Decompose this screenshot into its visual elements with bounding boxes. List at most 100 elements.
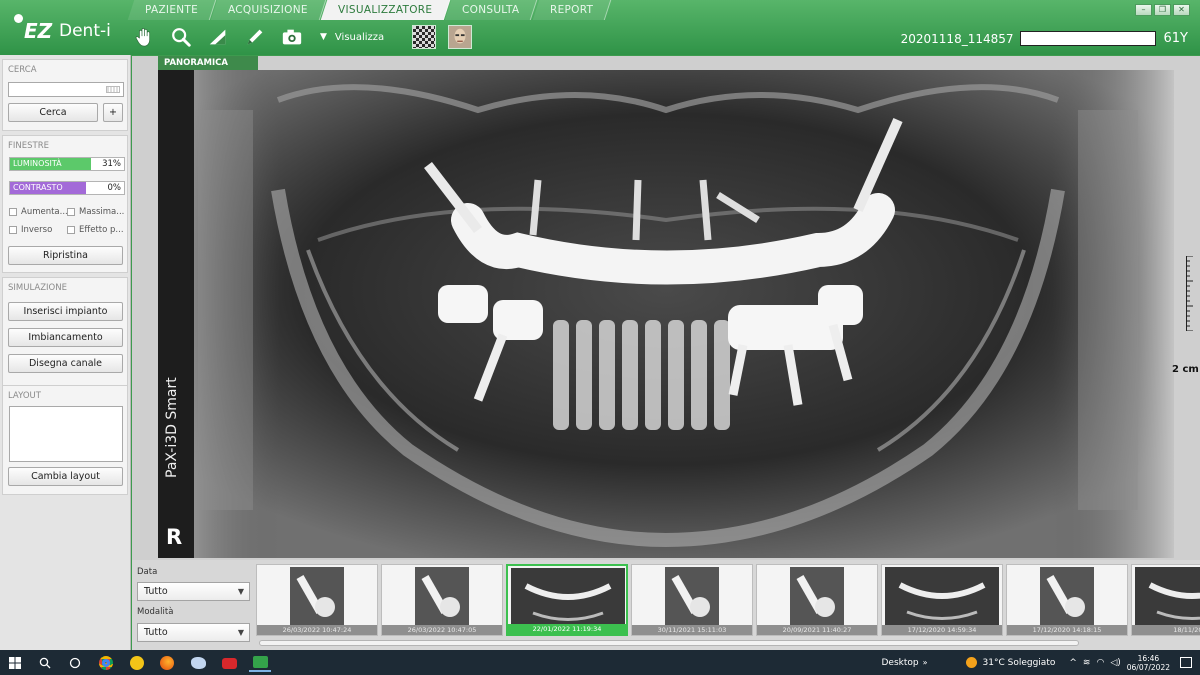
thumbnail-image xyxy=(1040,567,1094,625)
xray-image xyxy=(158,70,1174,558)
simulation-title: SIMULAZIONE xyxy=(8,283,67,293)
windows-section: FINESTRE LUMINOSITÀ 31% CONTRASTO 0% Aum… xyxy=(2,135,128,273)
thumbnail-caption: 18/11/2020 xyxy=(1132,625,1200,635)
checkbox-effetto[interactable]: Effetto p... xyxy=(67,225,124,235)
thumbnail-item[interactable]: 22/01/2022 11:19:34 xyxy=(506,564,628,636)
task-view-icon[interactable] xyxy=(66,654,84,672)
checkbox-aumenta[interactable]: Aumenta... xyxy=(9,207,68,217)
minimize-button[interactable]: – xyxy=(1135,4,1152,16)
draw-canal-button[interactable]: Disegna canale xyxy=(8,354,123,373)
app-icon-yellow[interactable] xyxy=(128,654,146,672)
change-layout-button[interactable]: Cambia layout xyxy=(8,467,123,486)
pencil-icon[interactable] xyxy=(242,24,268,50)
brightness-label: LUMINOSITÀ xyxy=(13,159,62,168)
volume-icon[interactable]: ◁) xyxy=(1110,658,1120,668)
chevron-down-icon: ▼ xyxy=(237,587,244,596)
scale-label: 2 cm xyxy=(1172,364,1199,375)
start-icon[interactable] xyxy=(6,654,24,672)
thumbnail-item[interactable]: 30/11/2021 15:11:03 xyxy=(631,564,753,636)
wifi-icon[interactable]: ◠ xyxy=(1096,658,1104,668)
view-dropdown[interactable]: ▼ Visualizza xyxy=(320,32,384,43)
thumbnail-image xyxy=(790,567,844,625)
image-viewer: PANORAMICA PaX-i3D Smart R 2 cm xyxy=(131,55,1200,560)
panoramic-xray[interactable]: PaX-i3D Smart R xyxy=(158,70,1174,558)
windows-taskbar: Desktop » 31°C Soleggiato ^ ≋ ◠ ◁) 16:46… xyxy=(0,650,1200,675)
keyboard-icon xyxy=(106,86,120,93)
thumbnail-caption: 26/03/2022 10:47:24 xyxy=(257,625,377,635)
thumbnail-image xyxy=(511,568,625,626)
contrast-label: CONTRASTO xyxy=(13,183,63,192)
thumbnail-caption: 22/01/2022 11:19:34 xyxy=(508,624,626,634)
toolbar-expand-icon[interactable]: » xyxy=(923,658,928,667)
app-logo: EZ Dent-i xyxy=(8,14,123,48)
modality-filter-select[interactable]: Tutto ▼ xyxy=(137,623,250,642)
close-button[interactable]: ✕ xyxy=(1173,4,1190,16)
search-icon[interactable] xyxy=(36,654,54,672)
brightness-slider[interactable]: LUMINOSITÀ 31% xyxy=(9,157,125,171)
paint-icon[interactable] xyxy=(189,654,207,672)
magnifier-icon[interactable] xyxy=(168,24,194,50)
tab-acquisizione[interactable]: ACQUISIZIONE xyxy=(210,0,327,20)
chevron-up-icon[interactable]: ^ xyxy=(1069,658,1077,668)
thumbnail-item[interactable]: 17/12/2020 14:18:15 xyxy=(1006,564,1128,636)
camera-icon[interactable] xyxy=(279,24,305,50)
brightness-value: 31% xyxy=(102,159,121,169)
thumbnail-caption: 17/12/2020 14:18:15 xyxy=(1007,625,1127,635)
layout-title: LAYOUT xyxy=(8,391,41,401)
search-section: CERCA Cerca + xyxy=(2,59,128,131)
tab-paziente[interactable]: PAZIENTE xyxy=(127,0,217,20)
network-icon[interactable]: ≋ xyxy=(1083,658,1091,668)
thumbnail-scrollbar[interactable] xyxy=(259,640,1079,646)
camera-app-icon[interactable] xyxy=(220,654,238,672)
thumbnail-item[interactable]: 18/11/2020 xyxy=(1131,564,1200,636)
side-marker: R xyxy=(166,525,183,549)
hand-icon[interactable] xyxy=(131,24,157,50)
layout-section: LAYOUT Cambia layout xyxy=(2,385,128,495)
restore-button[interactable]: ❐ xyxy=(1154,4,1171,16)
whitening-button[interactable]: Imbiancamento xyxy=(8,328,123,347)
tab-report[interactable]: REPORT xyxy=(532,0,612,20)
tab-visualizzatore[interactable]: VISUALIZZATORE xyxy=(320,0,451,20)
thumbnail-item[interactable]: 17/12/2020 14:59:34 xyxy=(881,564,1003,636)
view-label: Visualizza xyxy=(334,31,385,43)
search-title: CERCA xyxy=(8,65,37,75)
notifications-icon[interactable] xyxy=(1180,657,1192,668)
caret-down-icon: ▼ xyxy=(320,32,327,42)
face-view-icon[interactable] xyxy=(448,25,473,49)
insert-implant-button[interactable]: Inserisci impianto xyxy=(8,302,123,321)
checkbox-inverso[interactable]: Inverso xyxy=(9,225,52,235)
search-button[interactable]: Cerca xyxy=(8,103,98,122)
thumbnail-image xyxy=(1135,567,1200,625)
redacted-name xyxy=(1019,31,1156,46)
ruler-angle-icon[interactable] xyxy=(205,24,231,50)
firefox-icon[interactable] xyxy=(158,654,176,672)
add-search-button[interactable]: + xyxy=(103,103,123,122)
thumbnail-caption: 20/09/2021 11:40:27 xyxy=(757,625,877,635)
thumbnail-item[interactable]: 26/03/2022 10:47:05 xyxy=(381,564,503,636)
chevron-down-icon: ▼ xyxy=(237,628,244,637)
date-filter-select[interactable]: Tutto ▼ xyxy=(137,582,250,601)
search-input[interactable] xyxy=(8,82,124,97)
contrast-slider[interactable]: CONTRASTO 0% xyxy=(9,181,125,195)
image-type-label: PANORAMICA xyxy=(158,56,258,70)
chrome-icon[interactable] xyxy=(97,654,115,672)
thumbnail-caption: 26/03/2022 10:47:05 xyxy=(382,625,502,635)
thumbnail-caption: 30/11/2021 15:11:03 xyxy=(632,625,752,635)
ezdent-taskbar-icon[interactable] xyxy=(249,654,271,672)
weather-text[interactable]: 31°C Soleggiato xyxy=(983,658,1056,668)
reset-button[interactable]: Ripristina xyxy=(8,246,123,265)
patient-id: 20201118_114857 xyxy=(900,31,1014,46)
thumbnail-item[interactable]: 20/09/2021 11:40:27 xyxy=(756,564,878,636)
layout-preview[interactable] xyxy=(9,406,123,462)
xray-info-bar: PaX-i3D Smart R xyxy=(158,70,194,558)
tab-consulta[interactable]: CONSULTA xyxy=(444,0,538,20)
checkbox-massima[interactable]: Massima... xyxy=(67,207,124,217)
grid-view-icon[interactable] xyxy=(412,25,437,49)
desktop-toolbar[interactable]: Desktop xyxy=(882,658,919,668)
thumbnail-strip: Data Tutto ▼ Modalità Tutto ▼ 26/03/2022… xyxy=(131,560,1200,650)
thumbnail-image xyxy=(665,567,719,625)
thumbnail-item[interactable]: 26/03/2022 10:47:24 xyxy=(256,564,378,636)
clock[interactable]: 16:46 06/07/2022 xyxy=(1127,654,1170,672)
sun-icon xyxy=(965,657,977,668)
header: EZ Dent-i PAZIENTE ACQUISIZIONE VISUALIZ… xyxy=(0,0,1200,55)
